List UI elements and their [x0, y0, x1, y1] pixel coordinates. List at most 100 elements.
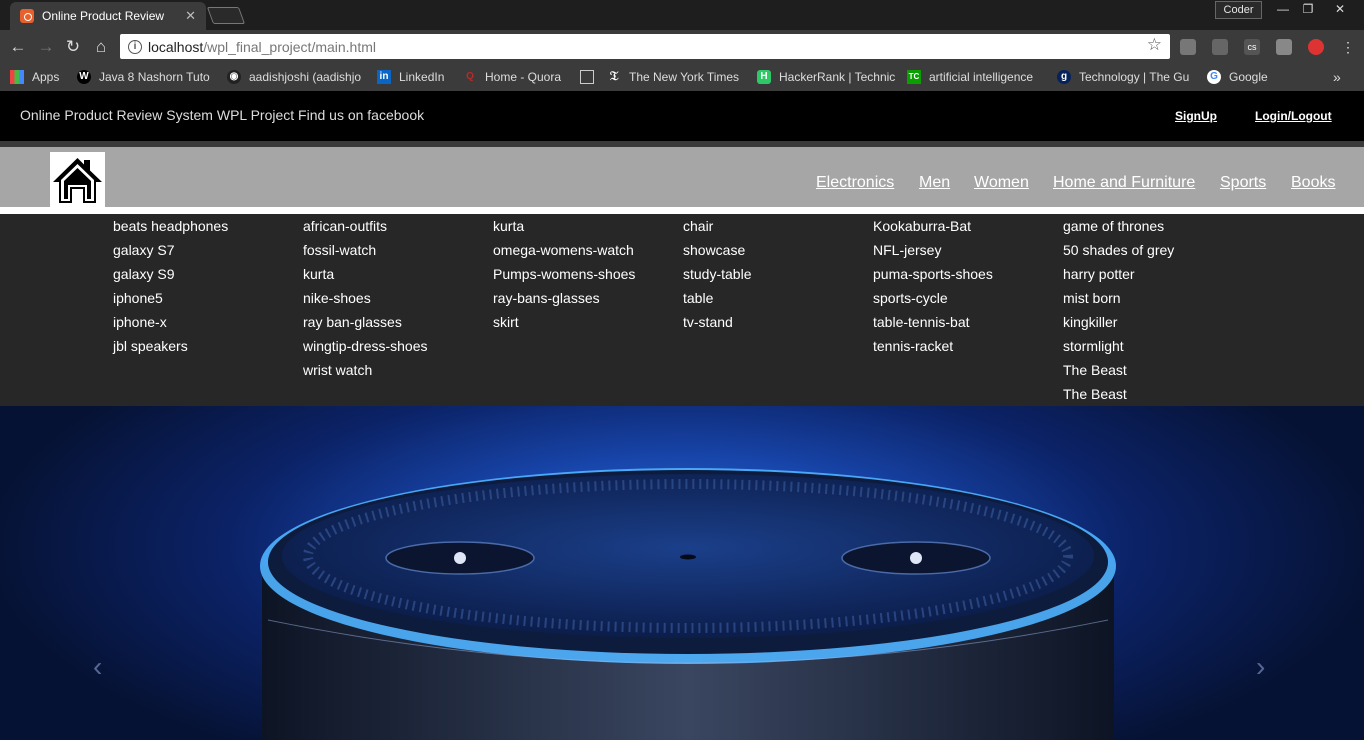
menu-link[interactable]: ray-bans-glasses [493, 289, 635, 313]
bookmark-item[interactable]: TC artificial intelligence [907, 68, 1045, 86]
menu-link[interactable]: iphone-x [113, 313, 228, 337]
bookmark-label: Java 8 Nashorn Tuto [99, 70, 210, 84]
menu-link[interactable]: table-tennis-bat [873, 313, 993, 337]
menu-link[interactable]: Kookaburra-Bat [873, 217, 993, 241]
menu-link[interactable]: chair [683, 217, 751, 241]
menu-link[interactable]: showcase [683, 241, 751, 265]
menu-link[interactable]: jbl speakers [113, 337, 228, 361]
cs-extension-icon[interactable]: cs [1244, 39, 1260, 55]
menu-column-men: african-outfits fossil-watch kurta nike-… [303, 217, 428, 385]
bookmark-label: Apps [32, 70, 60, 84]
bookmark-item[interactable]: g Technology | The Gu [1057, 68, 1195, 86]
menu-link[interactable]: tv-stand [683, 313, 751, 337]
menu-link[interactable]: Pumps-womens-shoes [493, 265, 635, 289]
browser-tab[interactable]: Online Product Review ✕ [10, 2, 206, 30]
menu-link[interactable]: harry potter [1063, 265, 1174, 289]
document-icon [580, 70, 594, 84]
home-logo-icon[interactable] [50, 152, 105, 207]
site-favicon-icon [20, 9, 34, 23]
menu-link[interactable]: wrist watch [303, 361, 428, 385]
home-icon[interactable]: ⌂ [91, 37, 111, 57]
back-arrow-icon[interactable]: ← [8, 37, 28, 57]
bookmark-item[interactable]: in LinkedIn [377, 68, 457, 86]
menu-link[interactable]: iphone5 [113, 289, 228, 313]
bookmark-star-icon[interactable]: ☆ [1147, 35, 1162, 55]
quora-icon: Q [466, 71, 474, 82]
menu-link[interactable]: fossil-watch [303, 241, 428, 265]
menu-link[interactable]: galaxy S7 [113, 241, 228, 265]
pdf-extension-icon[interactable] [1212, 39, 1228, 55]
facebook-link[interactable]: Find us on facebook [298, 107, 424, 123]
carousel-prev-button[interactable]: ‹ [93, 651, 102, 683]
menu-link[interactable]: study-table [683, 265, 751, 289]
linkedin-icon: in [377, 70, 391, 84]
bookmark-label: Technology | The Gu [1079, 70, 1190, 84]
nav-home-and-furniture[interactable]: Home and Furniture [1053, 174, 1195, 192]
address-bar[interactable]: i localhost/wpl_final_project/main.html … [120, 34, 1170, 59]
mega-menu: beats headphones galaxy S7 galaxy S9 iph… [0, 214, 1364, 406]
menu-link[interactable]: game of thrones [1063, 217, 1174, 241]
bookmark-item[interactable]: W Java 8 Nashorn Tuto [77, 68, 215, 86]
menu-link[interactable]: nike-shoes [303, 289, 428, 313]
profile-button[interactable]: Coder [1215, 1, 1262, 19]
divider [0, 207, 1364, 214]
adblock-extension-icon[interactable] [1308, 39, 1324, 55]
techcrunch-icon: TC [907, 70, 921, 84]
bookmark-label: Google [1229, 70, 1268, 84]
bookmark-item[interactable]: H HackerRank | Technic [757, 68, 895, 86]
bookmark-item[interactable]: Q Home - Quora [463, 68, 573, 86]
menu-link[interactable]: sports-cycle [873, 289, 993, 313]
new-tab-button[interactable] [206, 7, 246, 24]
restore-icon[interactable]: ❐ [1293, 0, 1323, 18]
menu-link[interactable]: african-outfits [303, 217, 428, 241]
forward-arrow-icon[interactable]: → [36, 37, 56, 57]
close-window-icon[interactable]: ✕ [1325, 0, 1355, 18]
bookmarks-overflow-button[interactable]: » [1333, 68, 1347, 86]
menu-link[interactable]: tennis-racket [873, 337, 993, 361]
carousel-next-button[interactable]: › [1256, 651, 1265, 683]
menu-link[interactable]: kingkiller [1063, 313, 1174, 337]
bookmark-label: HackerRank | Technic [779, 70, 895, 84]
nav-books[interactable]: Books [1291, 174, 1335, 192]
login-logout-link[interactable]: Login/Logout [1255, 109, 1332, 123]
nav-sports[interactable]: Sports [1220, 174, 1266, 192]
menu-link[interactable]: table [683, 289, 751, 313]
menu-link[interactable]: skirt [493, 313, 635, 337]
extension-icon[interactable] [1276, 39, 1292, 55]
hackerrank-icon: H [757, 70, 771, 84]
menu-link[interactable]: stormlight [1063, 337, 1174, 361]
menu-link[interactable]: beats headphones [113, 217, 228, 241]
extension-icon[interactable] [1180, 39, 1196, 55]
menu-link[interactable]: mist born [1063, 289, 1174, 313]
nav-women[interactable]: Women [974, 174, 1029, 192]
menu-link[interactable]: galaxy S9 [113, 265, 228, 289]
reload-icon[interactable]: ↻ [63, 37, 83, 57]
signup-link[interactable]: SignUp [1175, 109, 1217, 123]
menu-column-sports: Kookaburra-Bat NFL-jersey puma-sports-sh… [873, 217, 993, 361]
smart-speaker-image [260, 468, 1116, 740]
bookmark-item[interactable]: ◉ aadishjoshi (aadishjo [227, 68, 365, 86]
nav-electronics[interactable]: Electronics [816, 174, 894, 192]
menu-kebab-icon[interactable]: ⋮ [1338, 37, 1358, 57]
bookmark-item[interactable]: 𝔗 The New York Times [607, 68, 745, 86]
menu-link[interactable]: kurta [303, 265, 428, 289]
guardian-icon: g [1057, 70, 1071, 84]
bookmark-apps[interactable]: Apps [10, 68, 70, 86]
menu-link[interactable]: ray ban-glasses [303, 313, 428, 337]
bookmark-item[interactable] [580, 68, 598, 86]
hero-carousel[interactable]: ‹ › [0, 406, 1364, 740]
menu-link[interactable]: 50 shades of grey [1063, 241, 1174, 265]
menu-link[interactable]: kurta [493, 217, 635, 241]
menu-link[interactable]: NFL-jersey [873, 241, 993, 265]
menu-column-books: game of thrones 50 shades of grey harry … [1063, 217, 1174, 409]
menu-link[interactable]: The Beast [1063, 361, 1174, 385]
tab-close-icon[interactable]: ✕ [185, 8, 196, 24]
info-icon[interactable]: i [128, 39, 142, 54]
nav-men[interactable]: Men [919, 174, 950, 192]
bookmark-item[interactable]: G Google [1207, 68, 1287, 86]
menu-link[interactable]: omega-womens-watch [493, 241, 635, 265]
menu-link[interactable]: wingtip-dress-shoes [303, 337, 428, 361]
menu-link[interactable]: puma-sports-shoes [873, 265, 993, 289]
bookmark-label: artificial intelligence [929, 70, 1034, 84]
bookmark-label: The New York Times [629, 70, 740, 84]
